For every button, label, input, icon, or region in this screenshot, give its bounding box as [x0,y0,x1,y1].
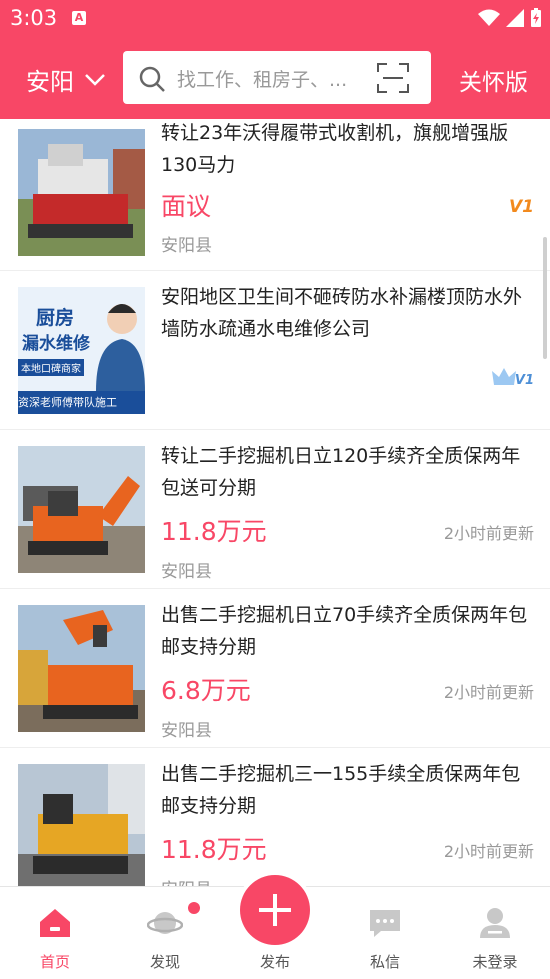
listing-thumbnail [18,605,145,732]
city-selector[interactable]: 安阳 [26,62,106,97]
nav-publish-label: 发布 [259,953,290,971]
crown-icon [492,368,516,385]
search-input[interactable]: 找工作、租房子、... [123,51,431,104]
list-item[interactable]: 厨房 漏水维修 本地口碑商家 资深老师傅带队施工 安阳地区卫生间不砸砖防水补漏楼… [0,271,550,430]
listing-price: 11.8万元 [161,835,267,864]
plus-icon [259,894,291,926]
listing-title: 安阳地区卫生间不砸砖防水补漏楼顶防水外墙防水疏通水电维修公司 [161,286,523,340]
notification-dot [188,902,200,914]
listing-price: 11.8万元 [161,517,267,546]
listing-thumbnail [18,764,145,886]
thumb-text-2: 漏水维修 [22,334,90,354]
listing-location: 安阳县 [161,721,212,741]
status-time: 3:03 [10,6,58,30]
listing-updated-time: 2小时前更新 [443,842,534,861]
search-icon [139,66,165,92]
nav-messages[interactable]: 私信 [330,887,440,979]
listing-title: 出售二手挖掘机三一155手续全质保两年包邮支持分期 [161,763,521,817]
battery-icon [531,8,541,27]
nav-discover[interactable]: 发现 [110,887,220,979]
nav-home-label: 首页 [39,953,70,971]
listing-title: 转让二手挖掘机日立120手续齐全质保两年包送可分期 [161,445,521,499]
listing-location: 安阳县 [161,875,212,886]
user-icon [480,908,510,938]
list-item[interactable]: 转让23年沃得履带式收割机，旗舰增强版130马力 面议 安阳县 V1 [0,119,550,271]
notification-icon: A [72,11,86,25]
listing-thumbnail: 厨房 漏水维修 本地口碑商家 资深老师傅带队施工 [18,287,145,414]
nav-profile[interactable]: 未登录 [440,887,550,979]
list-item[interactable]: 出售二手挖掘机日立70手续齐全质保两年包邮支持分期 6.8万元 2小时前更新 安… [0,589,550,748]
status-bar: 3:03 A [0,0,550,38]
listing-location: 安阳县 [161,562,212,582]
listing-updated-time: 2小时前更新 [443,524,534,543]
thumb-text-3: 本地口碑商家 [18,359,84,376]
care-mode-button[interactable]: 关怀版 [459,63,528,97]
scan-icon[interactable] [377,63,409,93]
nav-discover-label: 发现 [149,953,180,971]
listing-updated-time: 2小时前更新 [443,683,534,702]
home-icon [40,909,70,937]
list-item[interactable]: 出售二手挖掘机三一155手续全质保两年包邮支持分期 11.8万元 2小时前更新 … [0,748,550,886]
listing-location: 安阳县 [161,236,212,256]
v1-badge-icon: V1 [509,197,534,217]
planet-icon [147,912,183,934]
bottom-nav: 首页 发现 发布 私信 未登录 [0,875,550,979]
chevron-down-icon [85,73,105,86]
thumb-text-4: 资深老师傅带队施工 [18,391,145,414]
city-label: 安阳 [26,68,74,96]
thumb-text-1: 厨房 [36,307,75,329]
nav-home[interactable]: 首页 [0,887,110,979]
wifi-icon [478,9,500,26]
nav-profile-label: 未登录 [472,953,518,971]
publish-button[interactable] [240,875,310,945]
listing-price: 面议 [161,192,212,221]
listing-price: 6.8万元 [161,676,251,705]
listing-thumbnail [18,446,145,573]
status-icons [478,8,542,28]
message-icon [370,910,400,937]
nav-messages-label: 私信 [369,953,400,971]
listing-title: 转让23年沃得履带式收割机，旗舰增强版130马力 [161,122,509,176]
scrollbar[interactable] [543,237,547,359]
listing-title: 出售二手挖掘机日立70手续齐全质保两年包邮支持分期 [161,604,528,658]
signal-icon [506,9,524,27]
listing-list[interactable]: 转让23年沃得履带式收割机，旗舰增强版130马力 面议 安阳县 V1 厨房 漏水… [0,119,550,886]
search-placeholder: 找工作、租房子、... [177,69,348,91]
listing-thumbnail [18,129,145,256]
worker-figure [96,304,145,391]
list-item[interactable]: 转让二手挖掘机日立120手续齐全质保两年包送可分期 11.8万元 2小时前更新 … [0,430,550,589]
header: 安阳 找工作、租房子、... 关怀版 [0,38,550,119]
